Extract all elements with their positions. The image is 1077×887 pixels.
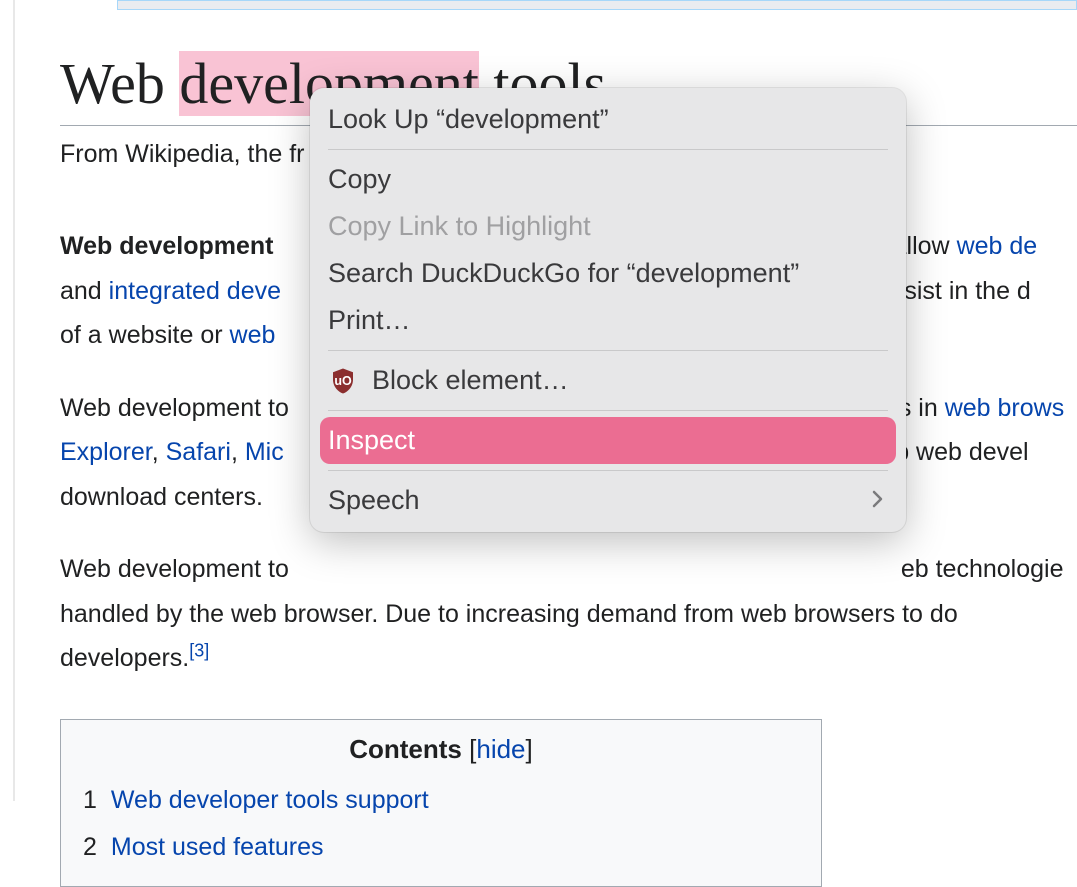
menu-item-copy-link-highlight: Copy Link to Highlight xyxy=(310,203,906,250)
menu-separator xyxy=(328,410,888,411)
para2-t1: Web development to xyxy=(60,394,289,422)
toc-num-2: 2 xyxy=(83,833,97,861)
svg-text:uO: uO xyxy=(334,373,352,387)
paragraph-3: Web development to eb technologie handled… xyxy=(60,547,1077,681)
para3-t4: developers. xyxy=(60,644,189,672)
menu-item-print[interactable]: Print… xyxy=(310,297,906,344)
toc-hide-link[interactable]: hide xyxy=(476,734,525,764)
menu-item-inspect[interactable]: Inspect xyxy=(320,417,896,464)
menu-item-label: Copy Link to Highlight xyxy=(328,211,591,242)
para1-bold: Web development xyxy=(60,232,280,260)
menu-item-label: Search DuckDuckGo for “development” xyxy=(328,258,799,289)
left-border xyxy=(13,0,15,801)
menu-item-copy[interactable]: Copy xyxy=(310,156,906,203)
menu-item-label: Print… xyxy=(328,305,411,336)
menu-separator xyxy=(328,470,888,471)
menu-item-label: Look Up “development” xyxy=(328,104,609,135)
toc-link-2[interactable]: Most used features xyxy=(111,833,324,861)
menu-item-label: Block element… xyxy=(372,365,569,396)
toc-item: 2 Most used features xyxy=(83,824,799,872)
menu-item-label: Inspect xyxy=(328,425,415,456)
menu-item-lookup[interactable]: Look Up “development” xyxy=(310,96,906,143)
top-tab-bar xyxy=(117,0,1077,10)
para1-t4: of a website or xyxy=(60,321,230,349)
toc-bracket-open: [ xyxy=(462,734,476,764)
reference-3[interactable]: [3] xyxy=(189,641,209,661)
para1-t2: and xyxy=(60,277,109,305)
context-menu: Look Up “development” Copy Copy Link to … xyxy=(310,88,906,532)
menu-item-speech[interactable]: Speech xyxy=(310,477,906,524)
link-web-brows[interactable]: web brows xyxy=(945,394,1065,422)
para2-sep1: , xyxy=(152,438,166,466)
menu-separator xyxy=(328,149,888,150)
link-mic[interactable]: Mic xyxy=(245,438,284,466)
para3-t1: Web development to xyxy=(60,555,289,583)
link-safari[interactable]: Safari xyxy=(166,438,231,466)
toc-bracket-close: ] xyxy=(526,734,533,764)
toc-title: Contents xyxy=(349,734,462,764)
table-of-contents: Contents [hide] 1 Web developer tools sup… xyxy=(60,719,822,887)
title-part-1: Web xyxy=(60,51,179,116)
toc-item: 1 Web developer tools support xyxy=(83,777,799,825)
toc-num-1: 1 xyxy=(83,786,97,814)
menu-item-label: Speech xyxy=(328,485,420,516)
menu-item-search-duckduckgo[interactable]: Search DuckDuckGo for “development” xyxy=(310,250,906,297)
link-web-de[interactable]: web de xyxy=(957,232,1038,260)
menu-item-label: Copy xyxy=(328,164,391,195)
link-explorer[interactable]: Explorer xyxy=(60,438,152,466)
chevron-right-icon xyxy=(872,487,884,515)
para2-sep2: , xyxy=(231,438,245,466)
toc-header: Contents [hide] xyxy=(83,734,799,765)
ublock-shield-icon: uO xyxy=(328,366,358,396)
para3-t3: handled by the web browser. Due to incre… xyxy=(60,600,958,628)
para2-t4: download centers. xyxy=(60,483,263,511)
menu-item-block-element[interactable]: uO Block element… xyxy=(310,357,906,404)
para3-t2: eb technologie xyxy=(901,555,1064,583)
link-web[interactable]: web xyxy=(230,321,276,349)
toc-link-1[interactable]: Web developer tools support xyxy=(111,786,429,814)
menu-separator xyxy=(328,350,888,351)
link-integrated-deve[interactable]: integrated deve xyxy=(109,277,281,305)
